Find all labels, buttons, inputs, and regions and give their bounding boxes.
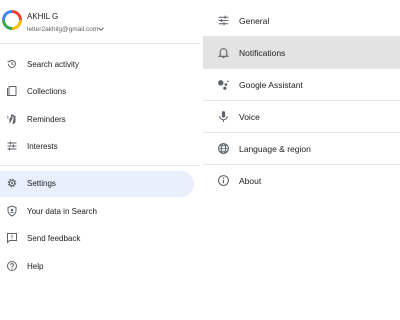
history-icon — [6, 58, 18, 70]
feedback-icon — [6, 232, 18, 244]
menu-item-your-data[interactable]: Your data in Search — [0, 199, 194, 225]
gear-icon — [6, 177, 18, 189]
menu-item-label: Collections — [27, 87, 67, 96]
menu-item-interests[interactable]: Interests — [0, 134, 194, 160]
interests-icon — [6, 140, 18, 152]
reminders-icon — [6, 113, 18, 125]
divider — [0, 43, 200, 44]
settings-item-notifications[interactable]: Notifications — [203, 37, 400, 69]
settings-item-label: Voice — [239, 112, 260, 122]
assistant-icon — [217, 78, 230, 91]
info-icon — [217, 174, 230, 187]
bell-icon — [217, 46, 230, 59]
menu-item-reminders[interactable]: Reminders — [0, 107, 194, 133]
microphone-icon — [217, 110, 230, 123]
account-name: AKHIL G — [27, 12, 59, 21]
settings-panel: General Notifications Google Assistant V… — [203, 0, 400, 320]
navigation-drawer: AKHIL G letter2akhilg@gmail.com Search a… — [0, 0, 200, 320]
globe-icon — [217, 142, 230, 155]
menu-item-label: Search activity — [27, 60, 80, 69]
account-header[interactable]: AKHIL G letter2akhilg@gmail.com — [0, 0, 200, 42]
settings-item-about[interactable]: About — [203, 165, 400, 196]
divider — [0, 165, 200, 166]
shield-icon — [6, 205, 18, 217]
menu-item-label: Your data in Search — [27, 207, 97, 216]
menu-item-help[interactable]: Help — [0, 254, 194, 280]
settings-item-label: About — [239, 176, 262, 186]
settings-item-voice[interactable]: Voice — [203, 101, 400, 133]
settings-item-label: General — [239, 16, 270, 26]
account-email: letter2akhilg@gmail.com — [27, 26, 99, 33]
settings-item-label: Notifications — [239, 48, 286, 58]
menu-item-label: Interests — [27, 142, 58, 151]
menu-item-label: Help — [27, 262, 44, 271]
settings-item-label: Google Assistant — [239, 80, 303, 90]
menu-item-collections[interactable]: Collections — [0, 79, 194, 105]
menu-item-send-feedback[interactable]: Send feedback — [0, 226, 194, 252]
menu-item-search-activity[interactable]: Search activity — [0, 52, 194, 78]
help-icon — [6, 260, 18, 272]
menu-item-settings[interactable]: Settings — [0, 171, 194, 197]
settings-item-label: Language & region — [239, 144, 311, 154]
menu-item-label: Settings — [27, 179, 56, 188]
menu-item-label: Reminders — [27, 115, 66, 124]
collections-icon — [6, 85, 18, 97]
avatar[interactable] — [2, 10, 22, 30]
menu-item-label: Send feedback — [27, 234, 81, 243]
settings-item-google-assistant[interactable]: Google Assistant — [203, 69, 400, 101]
chevron-down-icon[interactable] — [97, 25, 105, 33]
settings-item-language-region[interactable]: Language & region — [203, 133, 400, 165]
sliders-icon — [217, 14, 230, 27]
settings-item-general[interactable]: General — [203, 5, 400, 37]
